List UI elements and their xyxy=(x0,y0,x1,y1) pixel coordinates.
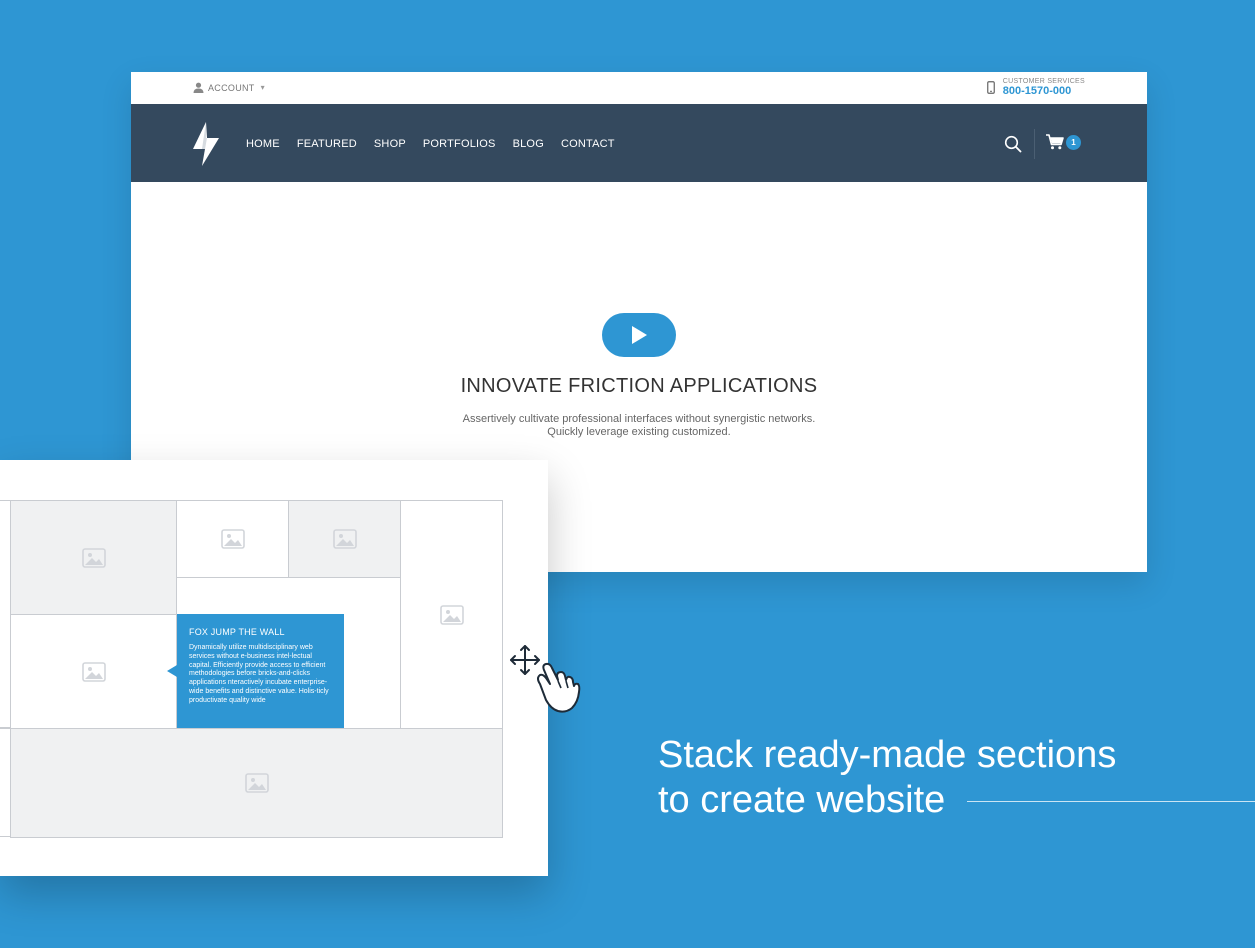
image-placeholder-icon xyxy=(81,661,106,682)
play-button[interactable] xyxy=(602,313,676,357)
nav-blog[interactable]: BLOG xyxy=(513,138,544,150)
layout-cell-top-mid-2[interactable] xyxy=(288,500,401,578)
image-placeholder-icon xyxy=(220,529,245,549)
drag-cursor xyxy=(510,645,581,713)
hero-subtitle: Assertively cultivate professional inter… xyxy=(462,413,816,438)
cart-button[interactable]: 1 xyxy=(1046,134,1081,150)
image-placeholder-icon xyxy=(332,529,357,549)
callout-arrow xyxy=(167,665,177,677)
phone-icon xyxy=(986,81,995,94)
nav-contact[interactable]: CONTACT xyxy=(561,138,615,150)
customer-services: CUSTOMER SERVICES 800-1570-000 xyxy=(986,78,1085,97)
hero-title: INNOVATE FRICTION APPLICATIONS xyxy=(460,375,818,397)
tagline: Stack ready-made sections to create webs… xyxy=(658,733,1116,823)
nav-shop[interactable]: SHOP xyxy=(374,138,406,150)
move-icon xyxy=(510,645,540,675)
main-navbar: HOME FEATURED SHOP PORTFOLIOS BLOG CONTA… xyxy=(131,104,1147,182)
cart-count-badge: 1 xyxy=(1066,134,1081,150)
text-callout[interactable]: FOX JUMP THE WALL Dynamically utilize mu… xyxy=(177,614,344,728)
search-icon[interactable] xyxy=(1004,135,1022,153)
account-label: ACCOUNT xyxy=(208,82,255,93)
image-placeholder-icon xyxy=(439,604,464,625)
callout-title: FOX JUMP THE WALL xyxy=(189,627,285,637)
nav-portfolios[interactable]: PORTFOLIOS xyxy=(423,138,496,150)
layout-builder-card: FOX JUMP THE WALL Dynamically utilize mu… xyxy=(0,460,548,876)
nav-home[interactable]: HOME xyxy=(246,138,280,150)
support-phone[interactable]: 800-1570-000 xyxy=(1003,85,1085,97)
hand-pointer-icon xyxy=(537,662,581,713)
tagline-underline xyxy=(967,801,1255,802)
nav-featured[interactable]: FEATURED xyxy=(297,138,357,150)
nav-links: HOME FEATURED SHOP PORTFOLIOS BLOG CONTA… xyxy=(246,138,615,150)
layout-cell-top-left[interactable] xyxy=(10,500,177,615)
image-placeholder-icon xyxy=(244,773,269,793)
logo-bolt-icon[interactable] xyxy=(193,122,219,166)
account-menu[interactable]: ACCOUNT ▾ xyxy=(193,82,265,93)
layout-cell-top-mid-1[interactable] xyxy=(176,500,289,578)
image-placeholder-icon xyxy=(81,547,106,568)
layout-cell-middle-left[interactable] xyxy=(10,614,177,729)
nav-divider xyxy=(1034,129,1035,159)
tagline-line-1: Stack ready-made sections xyxy=(658,734,1117,776)
layout-cell-bottom-wide[interactable] xyxy=(10,728,503,838)
support-label: CUSTOMER SERVICES xyxy=(1002,78,1085,85)
top-bar: ACCOUNT ▾ CUSTOMER SERVICES 800-1570-000 xyxy=(131,72,1147,104)
layout-cell-right-tall[interactable] xyxy=(400,500,503,729)
callout-body: Dynamically utilize multidisciplinary we… xyxy=(189,644,329,704)
user-icon xyxy=(193,82,204,93)
cart-icon xyxy=(1046,134,1064,150)
play-icon xyxy=(632,326,647,344)
chevron-down-icon: ▾ xyxy=(260,83,265,92)
